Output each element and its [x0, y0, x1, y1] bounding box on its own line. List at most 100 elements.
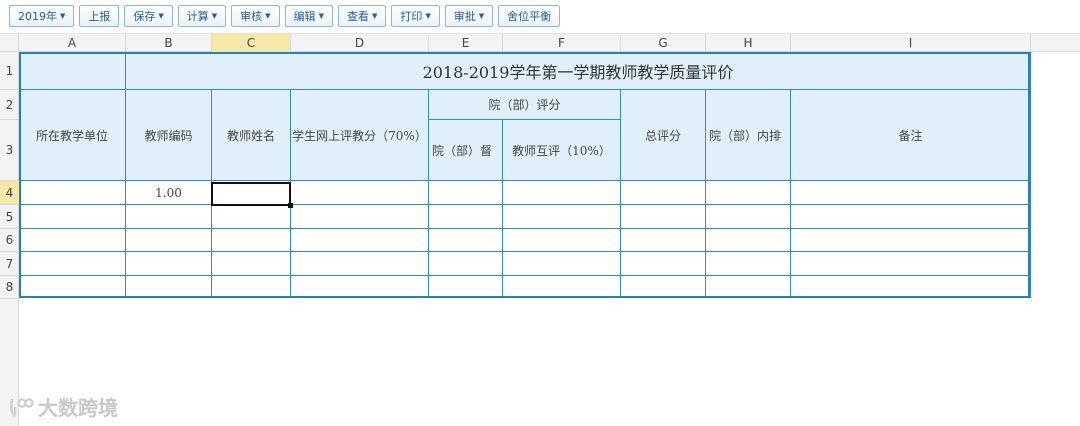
audit-button-label: 审核: [240, 10, 263, 23]
cell-a8[interactable]: [19, 276, 126, 298]
report-button[interactable]: 上报: [79, 5, 120, 27]
column-header-h[interactable]: H: [706, 34, 791, 52]
cell-g8[interactable]: [621, 276, 706, 298]
column-header-f[interactable]: F: [503, 34, 621, 52]
cell-a4[interactable]: [19, 181, 126, 205]
cell-i6[interactable]: [791, 229, 1031, 252]
cell-h7[interactable]: [706, 252, 791, 276]
row-header-7[interactable]: 7: [0, 252, 19, 276]
cell-e6[interactable]: [429, 229, 503, 252]
cell-f5[interactable]: [503, 205, 621, 229]
cell-c4[interactable]: [212, 181, 291, 205]
audit-dropdown-button[interactable]: 审核 ▼: [231, 5, 280, 27]
row-header-6[interactable]: 6: [0, 229, 19, 252]
dept-supervise-header[interactable]: 院（部）督: [429, 120, 503, 181]
row-header-8[interactable]: 8: [0, 276, 19, 299]
cell-d6[interactable]: [291, 229, 429, 252]
cell-a7[interactable]: [19, 252, 126, 276]
rounding-balance-button[interactable]: 舍位平衡: [498, 5, 561, 27]
row-header-2[interactable]: 2: [0, 90, 19, 120]
cell-f4[interactable]: [503, 181, 621, 205]
student-eval-header[interactable]: 学生网上评教分（70%）: [291, 90, 429, 181]
unit-header[interactable]: 所在教学单位: [19, 90, 126, 181]
cell-d4[interactable]: [291, 181, 429, 205]
row-header-bar: 1 2 3 4 5 6 7 8: [0, 52, 19, 426]
cell-c7[interactable]: [212, 252, 291, 276]
cell-b6[interactable]: [126, 229, 212, 252]
cell-f7[interactable]: [503, 252, 621, 276]
column-header-e[interactable]: E: [429, 34, 503, 52]
print-button-label: 打印: [400, 10, 423, 23]
cell-g6[interactable]: [621, 229, 706, 252]
toolbar: 2019年 ▼ 上报 保存 ▼ 计算 ▼ 审核 ▼ 编辑 ▼ 查看 ▼ 打印 ▼…: [0, 0, 1080, 32]
cell-i8[interactable]: [791, 276, 1031, 298]
teacher-code-header[interactable]: 教师编码: [126, 90, 212, 181]
chevron-down-icon: ▼: [60, 12, 66, 20]
cell-b4[interactable]: 1.00: [126, 181, 212, 205]
column-header-b[interactable]: B: [126, 34, 212, 52]
view-dropdown-button[interactable]: 查看 ▼: [337, 5, 387, 27]
chevron-down-icon: ▼: [265, 12, 271, 20]
cell-b7[interactable]: [126, 252, 212, 276]
cell-d5[interactable]: [291, 205, 429, 229]
cell-b5[interactable]: [126, 205, 212, 229]
cell-i4[interactable]: [791, 181, 1031, 205]
chevron-down-icon: ▼: [158, 12, 164, 20]
row-header-4[interactable]: 4: [0, 181, 19, 205]
report-button-label: 上报: [88, 10, 111, 23]
teacher-name-header[interactable]: 教师姓名: [212, 90, 291, 181]
cell-c8[interactable]: [212, 276, 291, 298]
cell-h5[interactable]: [706, 205, 791, 229]
calculate-dropdown-button[interactable]: 计算 ▼: [177, 5, 227, 27]
calculate-button-label: 计算: [186, 10, 209, 23]
row-header-3[interactable]: 3: [0, 120, 19, 181]
cell-g4[interactable]: [621, 181, 706, 205]
watermark: 大数跨境: [8, 392, 118, 421]
cell-a5[interactable]: [19, 205, 126, 229]
column-header-i[interactable]: I: [791, 34, 1031, 52]
select-all-corner[interactable]: [0, 34, 19, 52]
save-dropdown-button[interactable]: 保存 ▼: [124, 5, 173, 27]
column-header-g[interactable]: G: [621, 34, 706, 52]
cell-b8[interactable]: [126, 276, 212, 298]
cell-c5[interactable]: [212, 205, 291, 229]
cell-g7[interactable]: [621, 252, 706, 276]
row-header-1[interactable]: 1: [0, 52, 19, 90]
cell-e7[interactable]: [429, 252, 503, 276]
spreadsheet-grid: 2018-2019学年第一学期教师教学质量评价 所在教学单位 教师编码 教师姓名…: [19, 52, 1080, 426]
cell-d7[interactable]: [291, 252, 429, 276]
rounding-balance-button-label: 舍位平衡: [507, 10, 552, 23]
cell-h6[interactable]: [706, 229, 791, 252]
cell-h8[interactable]: [706, 276, 791, 298]
view-button-label: 查看: [346, 10, 369, 23]
peer-eval-header[interactable]: 教师互评（10%）: [503, 120, 621, 181]
cell-h4[interactable]: [706, 181, 791, 205]
cell-c6[interactable]: [212, 229, 291, 252]
column-header-c[interactable]: C: [212, 34, 291, 52]
cell-f8[interactable]: [503, 276, 621, 298]
column-header-d[interactable]: D: [291, 34, 429, 52]
table-title[interactable]: 2018-2019学年第一学期教师教学质量评价: [126, 52, 1031, 90]
cell-d8[interactable]: [291, 276, 429, 298]
column-header-a[interactable]: A: [19, 34, 126, 52]
year-dropdown-button[interactable]: 2019年 ▼: [9, 5, 75, 27]
cell-i5[interactable]: [791, 205, 1031, 229]
chevron-down-icon: ▼: [371, 12, 378, 20]
edit-dropdown-button[interactable]: 编辑 ▼: [284, 5, 333, 27]
cell-e5[interactable]: [429, 205, 503, 229]
row-header-5[interactable]: 5: [0, 205, 19, 229]
cell-e8[interactable]: [429, 276, 503, 298]
remarks-header[interactable]: 备注: [791, 90, 1031, 181]
dept-score-header[interactable]: 院（部）评分: [429, 90, 621, 120]
cell-e4[interactable]: [429, 181, 503, 205]
cell-g5[interactable]: [621, 205, 706, 229]
dept-rank-header[interactable]: 院（部）内排: [706, 90, 791, 181]
cell-a1[interactable]: [19, 52, 126, 90]
total-score-header[interactable]: 总评分: [621, 90, 706, 181]
cell-i7[interactable]: [791, 252, 1031, 276]
watermark-logo-icon: [10, 397, 34, 417]
cell-a6[interactable]: [19, 229, 126, 252]
cell-f6[interactable]: [503, 229, 621, 252]
print-dropdown-button[interactable]: 打印 ▼: [391, 5, 440, 27]
approve-dropdown-button[interactable]: 审批 ▼: [444, 5, 494, 27]
